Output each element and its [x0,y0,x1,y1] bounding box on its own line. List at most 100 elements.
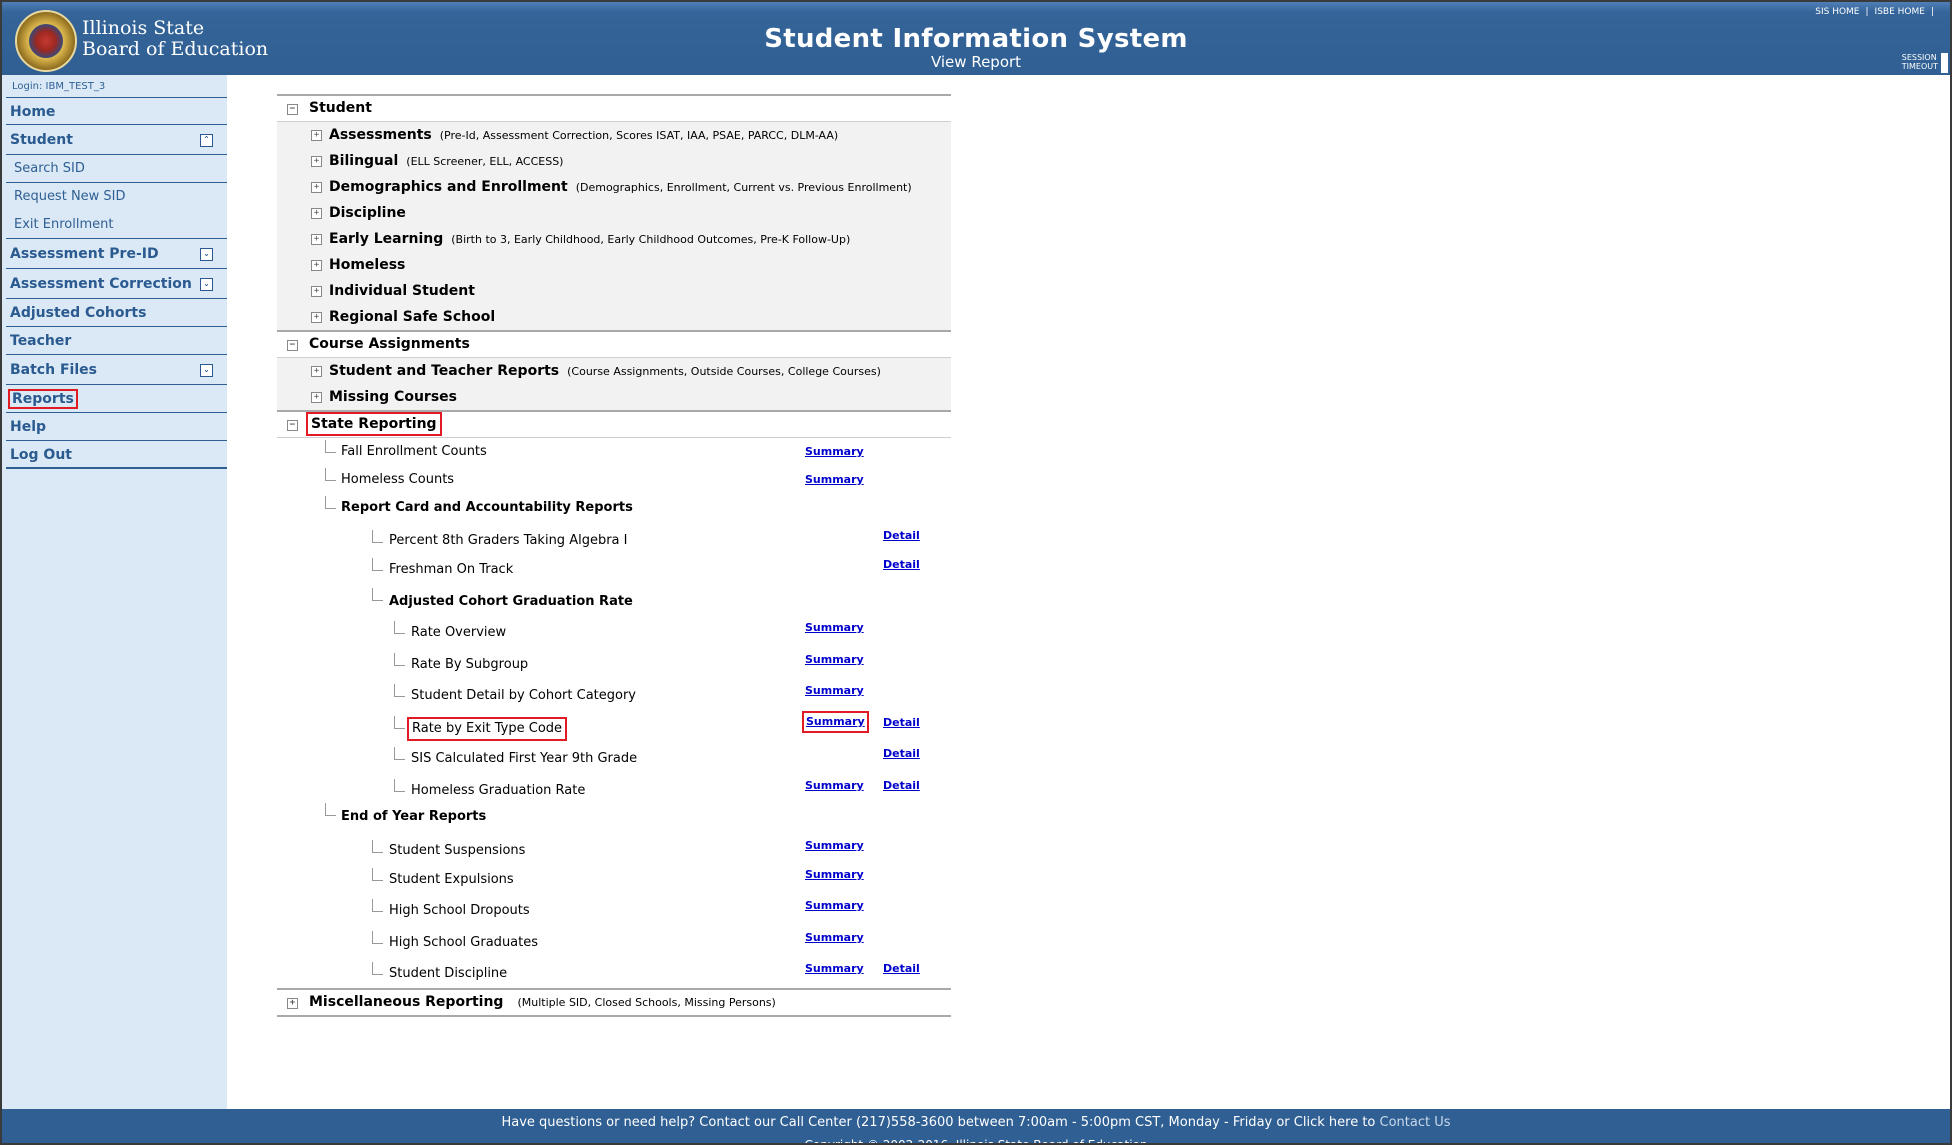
report-label: SIS Calculated First Year 9th Grade [411,751,638,766]
collapse-icon[interactable]: − [287,104,298,115]
section-misc-reporting[interactable]: + Miscellaneous Reporting (Multiple SID, … [277,988,951,1017]
footer-help-text: Have questions or need help? Contact our… [501,1115,1380,1130]
section-label: Course Assignments [309,336,470,352]
expand-icon[interactable]: ⌄ [200,248,213,261]
section-student[interactable]: − Student [277,94,951,122]
tree-item-desc: (Birth to 3, Early Childhood, Early Chil… [451,233,851,246]
summary-link[interactable]: Summary [805,675,864,707]
summary-link[interactable]: Summary [805,770,864,802]
contact-us-link[interactable]: Contact Us [1380,1115,1451,1130]
sidebar-item-log-out[interactable]: Log Out [6,441,227,469]
detail-link[interactable]: Detail [883,549,920,581]
report-label: Rate Overview [411,625,507,640]
copyright-text: Copyright © 2002-2016, Illinois State Bo… [2,1131,1950,1143]
tree-connector [394,653,405,666]
tree-connector [325,440,336,453]
summary-link[interactable]: Summary [805,612,864,644]
sidebar-item-batch-files[interactable]: Batch Files ⌄ [6,355,227,385]
tree-item-assessments[interactable]: + Assessments (Pre-Id, Assessment Correcti… [277,122,951,148]
expand-icon[interactable]: + [311,130,322,141]
detail-link[interactable]: Detail [883,770,920,802]
tree-item-label: Missing Courses [329,389,457,405]
sidebar-item-home[interactable]: Home [6,97,227,125]
report-label: Freshman On Track [389,562,514,577]
tree-item-regional-safe-school[interactable]: + Regional Safe School [277,304,951,330]
expand-icon[interactable]: + [311,392,322,403]
expand-icon[interactable]: ⌄ [200,278,213,291]
tree-connector [372,588,383,601]
tree-item-desc: (Course Assignments, Outside Courses, Co… [567,365,881,378]
expand-icon[interactable]: + [311,156,322,167]
collapse-icon[interactable]: − [287,340,298,351]
expand-icon[interactable]: + [311,182,322,193]
tree-item-missing-courses[interactable]: + Missing Courses [277,384,951,410]
sidebar-item-label: Adjusted Cohorts [10,305,147,321]
tree-item-discipline[interactable]: + Discipline [277,200,951,226]
section-course-assignments[interactable]: − Course Assignments [277,330,951,358]
sidebar-item-request-new-sid[interactable]: Request New SID [6,183,227,211]
tree-item-individual-student[interactable]: + Individual Student [277,278,951,304]
expand-icon[interactable]: ⌄ [200,364,213,377]
expand-icon[interactable]: + [311,260,322,271]
course-items: + Student and Teacher Reports (Course Assi… [277,358,951,410]
expand-icon[interactable]: + [311,208,322,219]
expand-icon[interactable]: + [311,286,322,297]
sidebar-item-assessment-pre-id[interactable]: Assessment Pre-ID ⌄ [6,239,227,269]
tree-connector [325,468,336,481]
report-label: Fall Enrollment Counts [341,444,487,459]
page-title: Student Information System [764,24,1188,54]
detail-link[interactable]: Detail [883,707,920,739]
sidebar-item-reports[interactable]: Reports [6,385,227,413]
sidebar-item-help[interactable]: Help [6,413,227,441]
tree-item-student-teacher-reports[interactable]: + Student and Teacher Reports (Course Assi… [277,358,951,384]
tree-item-homeless[interactable]: + Homeless [277,252,951,278]
sidebar-item-assessment-correction[interactable]: Assessment Correction ⌄ [6,269,227,299]
detail-link[interactable]: Detail [883,953,920,985]
summary-link[interactable]: Summary [805,859,864,891]
expand-icon[interactable]: + [311,312,322,323]
report-label: Student Expulsions [389,872,514,887]
tree-item-early-learning[interactable]: + Early Learning (Birth to 3, Early Childh… [277,226,951,252]
expand-icon[interactable]: + [311,366,322,377]
collapse-icon[interactable]: ⌃ [200,134,213,147]
report-card-accountability: Report Card and Accountability Reports [277,494,951,522]
summary-link[interactable]: Summary [805,922,864,954]
sidebar-item-teacher[interactable]: Teacher [6,327,227,355]
expand-icon[interactable]: + [287,998,298,1009]
tree-item-bilingual[interactable]: + Bilingual (ELL Screener, ELL, ACCESS) [277,148,951,174]
sidebar-item-label: Log Out [10,447,72,463]
sidebar-item-student[interactable]: Student ⌃ [6,125,227,155]
timeout-line-2: TIMEOUT [1901,62,1938,71]
collapse-icon[interactable]: − [287,420,298,431]
tree-item-demographics[interactable]: + Demographics and Enrollment (Demographic… [277,174,951,200]
report-label: Student Discipline [389,966,508,981]
sidebar-item-exit-enrollment[interactable]: Exit Enrollment [6,211,227,239]
student-items: + Assessments (Pre-Id, Assessment Correcti… [277,122,951,330]
summary-link[interactable]: Summary [805,953,864,985]
report-homeless-counts: Homeless Counts Summary [277,466,951,494]
summary-link[interactable]: Summary [805,890,864,922]
summary-link[interactable]: Summary [805,644,864,676]
summary-link[interactable]: Summary [805,466,864,494]
sidebar-item-adjusted-cohorts[interactable]: Adjusted Cohorts [6,299,227,327]
sidebar-item-search-sid[interactable]: Search SID [6,155,227,183]
summary-link[interactable]: Summary [805,438,864,466]
sis-home-link[interactable]: SIS HOME [1815,7,1859,17]
tree-item-label: Bilingual [329,153,399,169]
expand-icon[interactable]: + [311,234,322,245]
tree-item-desc: (Pre-Id, Assessment Correction, Scores I… [439,129,839,142]
login-label: Login: IBM_TEST_3 [12,81,106,92]
section-state-reporting[interactable]: − State Reporting [277,410,951,438]
report-label: Rate by Exit Type Code [406,717,568,741]
page-subtitle: View Report [930,53,1022,71]
footer: Have questions or need help? Contact our… [2,1109,1950,1143]
report-algebra: Percent 8th Graders Taking Algebra I Det… [277,522,951,554]
tree-item-label: Regional Safe School [329,309,496,325]
isbe-home-link[interactable]: ISBE HOME [1875,7,1925,17]
summary-link[interactable]: Summary [802,711,869,733]
detail-link[interactable]: Detail [883,738,920,770]
timeout-line-1: SESSION [1901,53,1937,62]
tree-connector [372,899,383,912]
tree-connector [394,684,405,697]
report-freshman-on-track: Freshman On Track Detail [277,554,951,586]
